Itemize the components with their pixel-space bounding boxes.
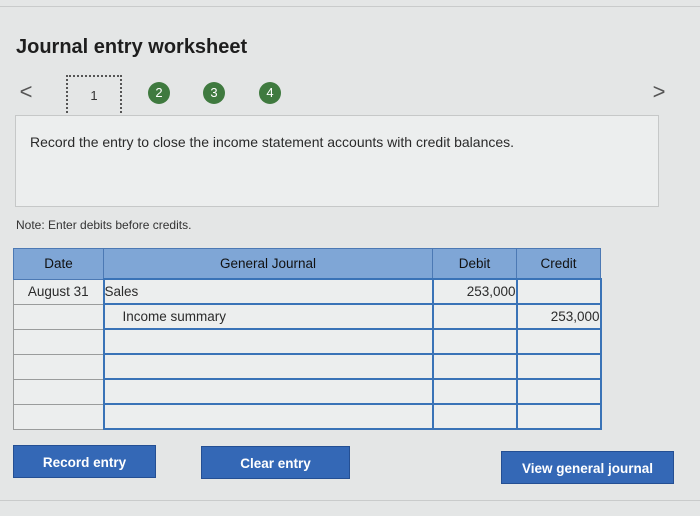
instruction-text: Record the entry to close the income sta…	[30, 134, 515, 150]
table-row: Income summary 253,000	[13, 303, 602, 330]
date-cell[interactable]	[13, 378, 104, 405]
step-1-button[interactable]: 1	[66, 75, 122, 117]
next-arrow-icon[interactable]: >	[645, 78, 673, 106]
account-input[interactable]	[102, 328, 434, 355]
credit-input[interactable]: 253,000	[515, 303, 602, 330]
general-journal-header: General Journal	[103, 248, 433, 280]
journal-table: Date General Journal Debit Credit August…	[13, 248, 602, 430]
top-divider	[0, 6, 700, 7]
step-2-button[interactable]: 2	[148, 82, 170, 104]
account-input[interactable]: Income summary	[102, 303, 434, 330]
account-input[interactable]	[102, 403, 434, 430]
credit-input[interactable]	[515, 328, 602, 355]
debit-input[interactable]: 253,000	[431, 278, 518, 305]
step-4-button[interactable]: 4	[259, 82, 281, 104]
credit-input[interactable]	[515, 378, 602, 405]
credit-input[interactable]	[515, 278, 602, 305]
clear-entry-button[interactable]: Clear entry	[201, 446, 350, 479]
credit-header: Credit	[516, 248, 601, 280]
table-row: August 31 Sales 253,000	[13, 278, 602, 305]
date-cell[interactable]	[13, 353, 104, 380]
account-input[interactable]	[102, 378, 434, 405]
page-title: Journal entry worksheet	[16, 36, 248, 58]
date-cell[interactable]	[13, 303, 104, 330]
credit-input[interactable]	[515, 403, 602, 430]
debit-input[interactable]	[431, 303, 518, 330]
view-general-journal-button[interactable]: View general journal	[501, 451, 674, 484]
note-text: Note: Enter debits before credits.	[16, 218, 192, 232]
credit-input[interactable]	[515, 353, 602, 380]
table-row	[13, 378, 602, 405]
bottom-divider	[0, 500, 700, 501]
account-input[interactable]: Sales	[102, 278, 434, 305]
prev-arrow-icon[interactable]: <	[12, 78, 40, 106]
debit-input[interactable]	[431, 353, 518, 380]
journal-header-row: Date General Journal Debit Credit	[13, 248, 601, 280]
step-3-button[interactable]: 3	[203, 82, 225, 104]
debit-header: Debit	[432, 248, 517, 280]
debit-input[interactable]	[431, 328, 518, 355]
record-entry-button[interactable]: Record entry	[13, 445, 156, 478]
account-input[interactable]	[102, 353, 434, 380]
debit-input[interactable]	[431, 403, 518, 430]
debit-input[interactable]	[431, 378, 518, 405]
table-row	[13, 328, 602, 355]
table-row	[13, 353, 602, 380]
instruction-panel: Record the entry to close the income sta…	[15, 115, 659, 207]
date-header: Date	[13, 248, 104, 280]
date-cell[interactable]	[13, 403, 104, 430]
table-row	[13, 403, 602, 430]
date-cell[interactable]	[13, 328, 104, 355]
date-cell[interactable]: August 31	[13, 278, 104, 305]
